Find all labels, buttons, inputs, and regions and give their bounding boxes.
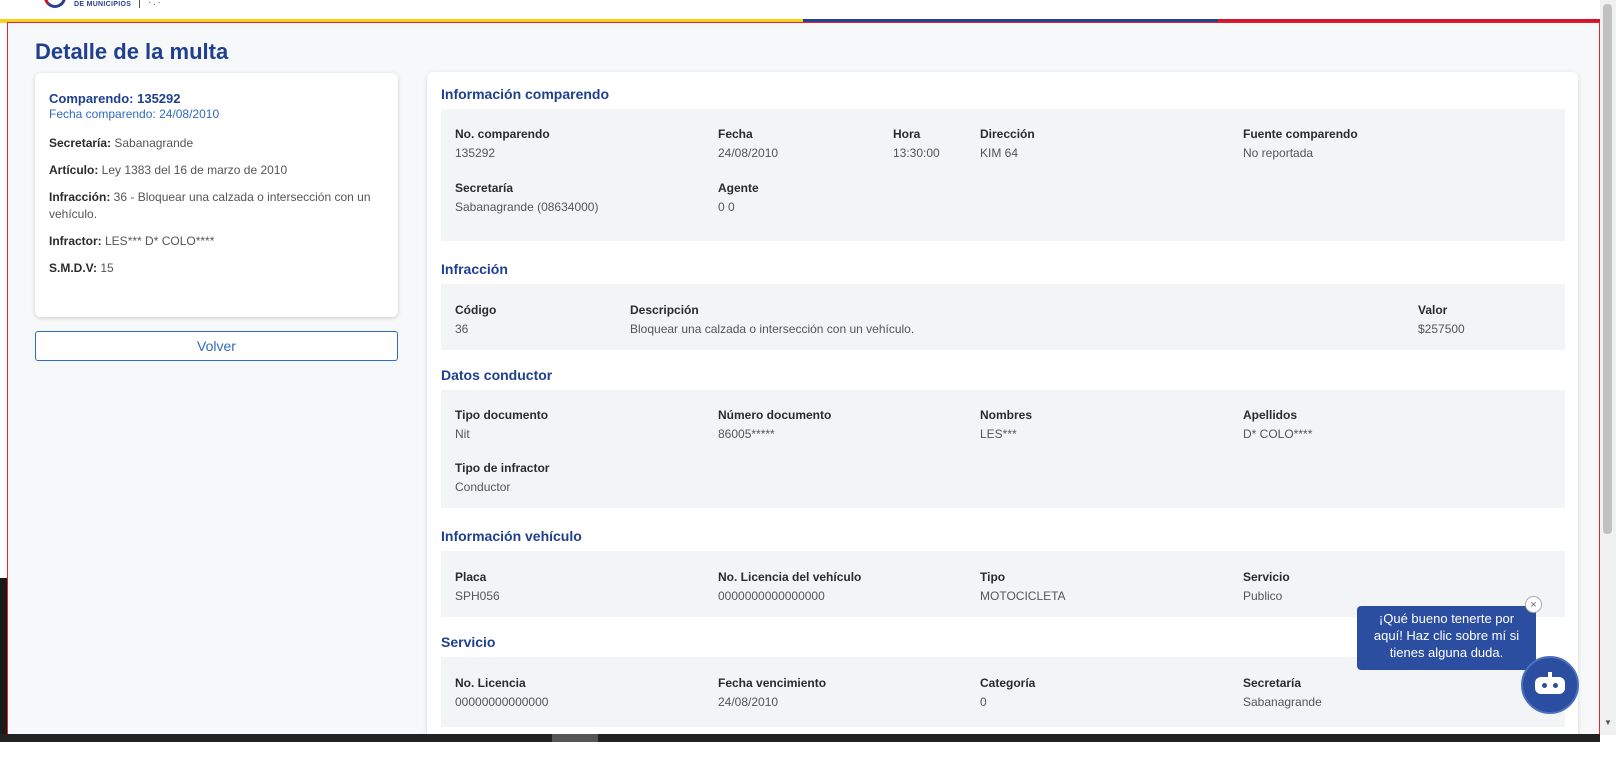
site-logo[interactable]: DE MUNICIPIOS ·.· [44, 0, 163, 8]
section-title-comparendo: Información comparendo [441, 86, 610, 102]
field-secretaria-servicio: Secretaría Sabanagrande [1243, 676, 1322, 709]
field-secretaria: Secretaría Sabanagrande (08634000) [455, 181, 599, 214]
logo-text: DE MUNICIPIOS [74, 0, 132, 8]
chat-bubble[interactable]: ¡Qué bueno tenerte por aquí! Haz clic so… [1357, 606, 1536, 670]
page-scrollbar[interactable]: ▼ [1600, 0, 1616, 735]
section-title-vehiculo: Información vehículo [441, 528, 582, 544]
summary-smdv: S.M.D.V: 15 [49, 261, 114, 275]
field-fecha: Fecha 24/08/2010 [718, 127, 779, 160]
field-agente: Agente 0 0 [718, 181, 759, 214]
summary-infractor: Infractor: LES*** D* COLO**** [49, 234, 215, 248]
section-box-comparendo: No. comparendo 135292 Fecha 24/08/2010 Hor… [441, 109, 1565, 241]
summary-card: Comparendo: 135292 Fecha comparendo: 24/… [35, 73, 398, 317]
left-edge-shadow [0, 578, 7, 742]
chat-close-icon[interactable]: × [1525, 596, 1542, 613]
summary-comparendo: Comparendo: 135292 [49, 91, 181, 106]
field-tipo-documento: Tipo documento Nit [455, 408, 549, 441]
scrollbar-thumb[interactable] [1603, 4, 1612, 534]
field-no-comparendo: No. comparendo 135292 [455, 127, 550, 160]
top-header: DE MUNICIPIOS ·.· [0, 0, 1600, 19]
field-servicio-vehiculo: Servicio Publico [1243, 570, 1290, 603]
summary-infraccion: Infracción: 36 - Bloquear una calzada o … [49, 190, 371, 221]
field-nombres: Nombres LES*** [980, 408, 1033, 441]
field-licencia-vehiculo: No. Licencia del vehículo 000000000000000… [718, 570, 862, 603]
summary-secretaria: Secretaría: Sabanagrande [49, 136, 194, 150]
section-box-infraccion: Código 36 Descripción Bloquear una calzada… [441, 284, 1565, 350]
bottom-bar-segment [552, 734, 598, 742]
field-codigo: Código 36 [455, 303, 497, 336]
field-fuente: Fuente comparendo No reportada [1243, 127, 1358, 160]
scroll-down-icon[interactable]: ▼ [1604, 718, 1612, 727]
logo-divider [139, 0, 141, 8]
robot-icon [1535, 671, 1565, 694]
section-title-conductor: Datos conductor [441, 367, 553, 383]
summary-articulo: Artículo: Ley 1383 del 16 de marzo de 20… [49, 163, 288, 177]
field-tipo-vehiculo: Tipo MOTOCICLETA [980, 570, 1066, 603]
page-title: Detalle de la multa [35, 39, 229, 64]
field-fecha-vencimiento: Fecha vencimiento 24/08/2010 [718, 676, 827, 709]
field-apellidos: Apellidos D* COLO**** [1243, 408, 1313, 441]
logo-dots-icon: ·.· [148, 0, 163, 7]
section-title-servicio: Servicio [441, 634, 496, 650]
field-tipo-infractor: Tipo de infractor Conductor [455, 461, 550, 494]
field-no-licencia: No. Licencia 00000000000000 [455, 676, 549, 709]
field-categoria: Categoría 0 [980, 676, 1036, 709]
section-title-infraccion: Infracción [441, 261, 508, 277]
field-placa: Placa SPH056 [455, 570, 500, 603]
field-valor: Valor $257500 [1418, 303, 1465, 336]
back-button[interactable]: Volver [35, 331, 398, 361]
logo-mark-icon [44, 0, 66, 8]
section-box-conductor: Tipo documento Nit Número documento 86005*… [441, 390, 1565, 508]
field-numero-documento: Número documento 86005***** [718, 408, 832, 441]
chatbot-button[interactable] [1521, 656, 1579, 714]
bottom-bar [0, 734, 1600, 742]
field-hora: Hora 13:30:00 [893, 127, 940, 160]
field-direccion: Dirección KIM 64 [980, 127, 1035, 160]
summary-fecha: Fecha comparendo: 24/08/2010 [49, 107, 220, 121]
field-descripcion: Descripción Bloquear una calzada o inters… [630, 303, 915, 336]
